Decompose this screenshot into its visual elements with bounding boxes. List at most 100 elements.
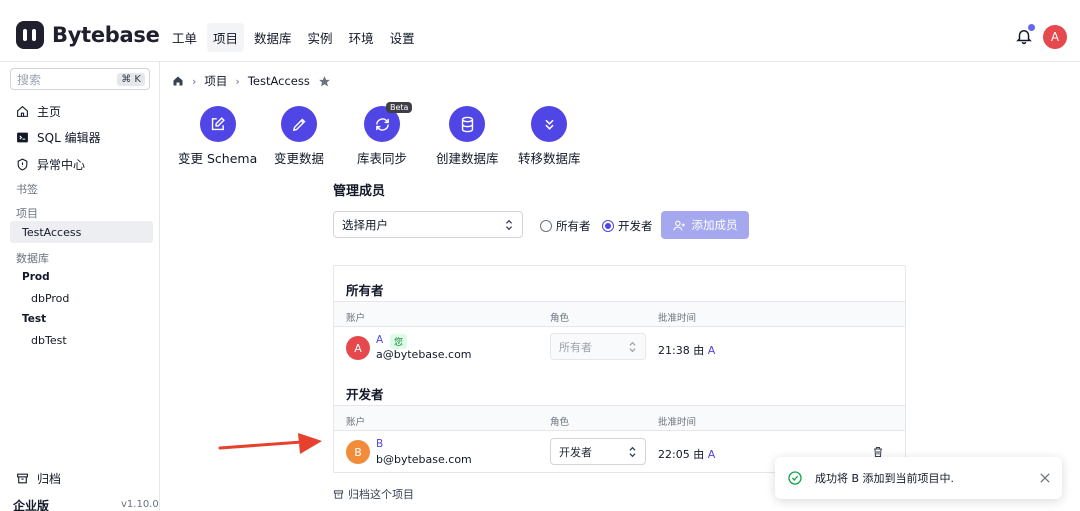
radio-circle — [540, 220, 552, 232]
top-header: Bytebase 工单 项目 数据库 实例 环境 设置 A — [0, 0, 1080, 62]
annotation-arrow — [218, 433, 322, 454]
member-email: b@bytebase.com — [376, 453, 472, 466]
sidebar-item-label: 异常中心 — [37, 158, 86, 172]
breadcrumb: › 项目 › TestAccess — [172, 73, 331, 89]
breadcrumb-projects[interactable]: 项目 — [204, 73, 227, 89]
you-badge: 您 — [390, 334, 408, 349]
close-icon[interactable] — [1040, 473, 1050, 483]
sidebar-item-sql-editor[interactable]: SQL 编辑器 — [16, 129, 101, 146]
role-select-disabled: 所有者 — [550, 333, 646, 360]
column-header-role: 角色 — [550, 313, 570, 324]
nav-item-projects[interactable]: 项目 — [207, 23, 245, 52]
brand-name: Bytebase — [52, 23, 160, 47]
databases-section-label: 数据库 — [16, 252, 49, 265]
home-icon — [17, 105, 28, 117]
sidebar-env-test: Test — [22, 313, 47, 325]
chevron-up-down-icon — [505, 219, 513, 230]
role-radio-owner[interactable]: 所有者 — [540, 218, 591, 234]
nav-item-databases[interactable]: 数据库 — [248, 23, 298, 52]
create-database-button[interactable]: 创建数据库 — [436, 106, 499, 167]
user-select[interactable]: 选择用户 — [333, 211, 523, 238]
projects-section-label: 项目 — [16, 207, 38, 220]
version-label: v1.10.0 — [121, 499, 159, 510]
sidebar-item-db-test[interactable]: dbTest — [31, 334, 67, 347]
check-circle-icon — [788, 471, 802, 485]
column-header-account: 账户 — [346, 417, 366, 428]
radio-label: 开发者 — [618, 219, 653, 233]
member-email: a@bytebase.com — [376, 348, 472, 361]
nav-item-instances[interactable]: 实例 — [302, 23, 339, 52]
archive-project-label: 归档这个项目 — [348, 488, 414, 501]
approved-time-text: 22:05 由 — [658, 448, 705, 461]
edition-label: 企业版 — [13, 499, 50, 511]
role-radio-developer[interactable]: 开发者 — [602, 218, 653, 234]
sidebar-item-archive[interactable]: 归档 — [16, 470, 61, 487]
action-circle — [531, 106, 568, 142]
approver-link[interactable]: A — [708, 448, 716, 461]
sidebar-search-input[interactable]: 搜索 ⌘ K — [10, 68, 150, 90]
chevrons-down-icon — [545, 119, 554, 130]
archive-icon — [333, 489, 344, 499]
avatar: B — [346, 440, 370, 464]
column-header-role: 角色 — [550, 417, 570, 428]
add-member-label: 添加成员 — [691, 218, 738, 232]
user-select-placeholder: 选择用户 — [342, 217, 388, 232]
table-header: 账户 角色 批准时间 — [334, 301, 905, 327]
action-label: 库表同步 — [357, 151, 408, 166]
add-member-button[interactable]: 添加成员 — [661, 211, 749, 239]
member-name-link[interactable]: A — [376, 334, 383, 346]
sidebar: 搜索 ⌘ K 主页 SQL 编辑器 异常中心 书签 项目 TestAccess … — [0, 62, 160, 511]
change-data-button[interactable]: 变更数据 — [274, 106, 324, 167]
approved-time: 22:05 由 A — [658, 446, 715, 462]
column-header-account: 账户 — [346, 313, 366, 324]
column-header-approved-time: 批准时间 — [658, 313, 697, 324]
members-table: 所有者 账户 角色 批准时间 A A 您 a@bytebase.com 所有者 … — [333, 265, 906, 473]
action-circle — [449, 106, 486, 142]
action-circle — [199, 106, 236, 142]
archive-project-link[interactable]: 归档这个项目 — [333, 486, 414, 502]
search-placeholder: 搜索 — [17, 72, 42, 87]
sidebar-item-label: SQL 编辑器 — [37, 131, 101, 145]
action-circle — [281, 106, 317, 142]
search-shortcut: ⌘ K — [117, 72, 145, 86]
chevron-up-down-icon — [629, 446, 636, 457]
star-icon[interactable] — [318, 75, 331, 88]
database-icon — [461, 116, 473, 132]
sidebar-item-project-testaccess[interactable]: TestAccess — [22, 226, 81, 239]
sidebar-item-home[interactable]: 主页 — [16, 103, 61, 120]
member-name-link[interactable]: B — [376, 438, 383, 450]
nav-item-environments[interactable]: 环境 — [343, 23, 380, 52]
avatar: A — [346, 336, 370, 360]
transfer-database-button[interactable]: 转移数据库 — [518, 106, 581, 167]
sidebar-item-db-prod[interactable]: dbProd — [31, 292, 69, 305]
home-icon[interactable] — [172, 75, 184, 87]
sidebar-item-label: 归档 — [37, 472, 62, 486]
bookmarks-section-label: 书签 — [16, 183, 38, 196]
sync-schema-button[interactable]: 库表同步 — [357, 106, 407, 167]
action-label: 转移数据库 — [518, 151, 581, 166]
table-header: 账户 角色 批准时间 — [334, 405, 905, 431]
breadcrumb-project-name: TestAccess — [247, 74, 310, 88]
user-avatar[interactable]: A — [1043, 25, 1067, 49]
role-select-value: 所有者 — [559, 340, 592, 354]
terminal-icon — [17, 132, 28, 143]
sidebar-item-label: 主页 — [37, 105, 62, 119]
radio-label: 所有者 — [556, 219, 591, 233]
approved-time-text: 21:38 由 — [658, 344, 705, 357]
top-nav: 工单 项目 数据库 实例 环境 设置 — [166, 23, 421, 52]
role-select[interactable]: 开发者 — [550, 438, 646, 465]
edit-square-icon — [211, 116, 225, 130]
approver-link[interactable]: A — [708, 344, 716, 357]
nav-item-settings[interactable]: 设置 — [384, 23, 421, 52]
developers-group-title: 开发者 — [346, 387, 384, 402]
bytebase-logo[interactable]: Bytebase — [16, 21, 160, 49]
column-header-approved-time: 批准时间 — [658, 417, 697, 428]
action-label: 变更 Schema — [178, 151, 258, 166]
manage-members-title: 管理成员 — [333, 184, 386, 199]
alter-schema-button[interactable]: 变更 Schema — [178, 106, 257, 167]
nav-item-issues[interactable]: 工单 — [166, 23, 203, 52]
toast-message: 成功将 B 添加到当前项目中. — [815, 472, 955, 485]
owners-group-title: 所有者 — [346, 283, 384, 298]
shield-icon — [17, 158, 28, 171]
sidebar-item-anomaly-center[interactable]: 异常中心 — [16, 156, 85, 173]
